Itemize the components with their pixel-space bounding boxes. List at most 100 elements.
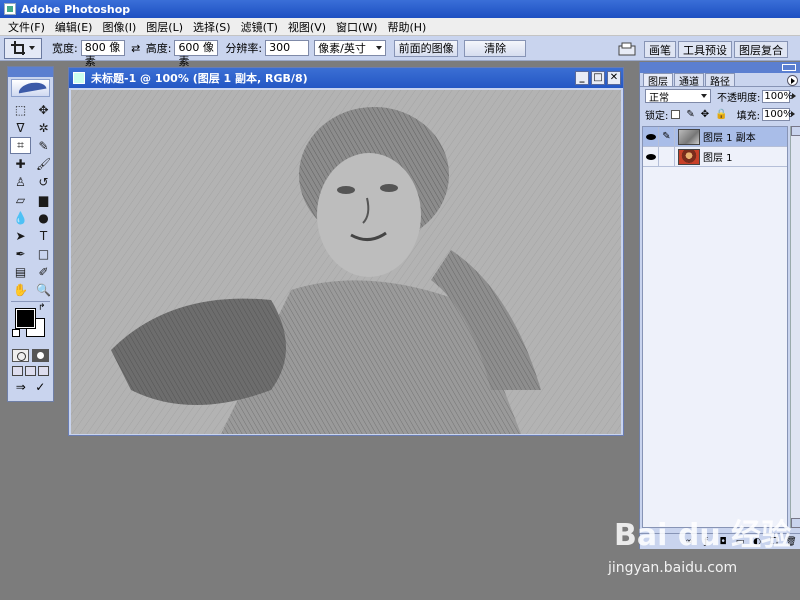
minimize-icon[interactable]: _	[575, 71, 589, 85]
menu-file[interactable]: 文件(F)	[3, 19, 50, 35]
magic-wand-tool-icon[interactable]: ✲	[33, 119, 54, 136]
layer-list-scrollbar[interactable]	[790, 126, 800, 528]
swap-colors-icon[interactable]: ↱	[38, 303, 46, 313]
menu-bar: 文件(F) 编辑(E) 图像(I) 图层(L) 选择(S) 滤镜(T) 视图(V…	[0, 18, 800, 36]
palette-menu-icon[interactable]	[787, 75, 798, 86]
sketch-canvas[interactable]	[71, 90, 621, 434]
brush-icon[interactable]: ✎	[659, 126, 675, 147]
scroll-up-icon[interactable]	[791, 126, 800, 136]
layer-thumbnail	[678, 128, 700, 145]
opacity-slider-arrow-icon[interactable]	[790, 90, 797, 103]
resolution-input[interactable]: 300	[265, 40, 310, 56]
slice-tool-icon[interactable]: ✎	[33, 137, 54, 154]
type-tool-icon[interactable]: T	[33, 227, 54, 244]
menu-window[interactable]: 窗口(W)	[331, 19, 382, 35]
jump-to-imageready-icon[interactable]: ⇒	[16, 380, 26, 394]
layer-row-base[interactable]: 图层 1	[643, 146, 787, 167]
height-input[interactable]: 600 像素	[174, 40, 219, 68]
chevron-down-icon	[376, 46, 383, 50]
crop-tool-icon[interactable]: ⌗	[10, 137, 31, 154]
full-screen-icon[interactable]	[38, 366, 49, 376]
document-window: 未标题-1 @ 100% (图层 1 副本, RGB/8) _ □ ✕	[68, 67, 624, 436]
lasso-tool-icon[interactable]: ᐁ	[10, 119, 31, 136]
crop-icon	[11, 41, 25, 55]
brush-tool-icon[interactable]: 🖌	[33, 155, 54, 172]
lock-all-icon[interactable]: 🔒	[715, 109, 727, 120]
document-titlebar[interactable]: 未标题-1 @ 100% (图层 1 副本, RGB/8) _ □ ✕	[69, 68, 623, 88]
tab-tool-presets[interactable]: 工具预设	[678, 41, 732, 58]
move-tool-icon[interactable]: ✥	[33, 101, 54, 118]
palette-folder-icon	[618, 42, 636, 55]
fill-input[interactable]: 100%	[761, 107, 793, 121]
standard-mode-icon[interactable]	[12, 349, 30, 362]
zoom-tool-icon[interactable]: 🔍	[33, 281, 54, 298]
app-titlebar: Adobe Photoshop	[0, 0, 800, 18]
pen-tool-icon[interactable]: ✒	[10, 245, 31, 262]
menu-filter[interactable]: 滤镜(T)	[236, 19, 283, 35]
maximize-icon[interactable]: □	[591, 71, 605, 85]
eyedropper-tool-icon[interactable]: ✐	[33, 263, 54, 280]
palette-well-icon[interactable]	[612, 37, 642, 60]
width-input[interactable]: 800 像素	[80, 40, 125, 68]
check-icon[interactable]: ✓	[35, 380, 45, 394]
resolution-unit-select[interactable]: 像素/英寸	[314, 40, 387, 56]
eye-icon[interactable]	[643, 126, 659, 147]
notes-tool-icon[interactable]: ▤	[10, 263, 31, 280]
full-screen-menu-icon[interactable]	[25, 366, 36, 376]
menu-image[interactable]: 图像(I)	[97, 19, 141, 35]
gradient-tool-icon[interactable]: ▆	[33, 191, 54, 208]
dodge-tool-icon[interactable]: ●	[33, 209, 54, 226]
color-swatches: ↱	[12, 303, 49, 345]
tab-layers[interactable]: 图层	[643, 73, 673, 88]
eraser-tool-icon[interactable]: ▱	[10, 191, 31, 208]
lock-pixels-icon[interactable]: ✎	[686, 109, 694, 120]
clone-stamp-tool-icon[interactable]: ♙	[10, 173, 31, 190]
blend-mode-select[interactable]: 正常	[645, 89, 711, 104]
layer-row-copy[interactable]: ✎ 图层 1 副本	[643, 126, 787, 147]
close-icon[interactable]: ✕	[607, 71, 621, 85]
blend-mode-value: 正常	[649, 92, 669, 104]
clear-button[interactable]: 清除	[464, 39, 527, 57]
tab-layer-comps[interactable]: 图层复合	[734, 41, 788, 58]
history-brush-tool-icon[interactable]: ↺	[33, 173, 54, 190]
tab-brushes[interactable]: 画笔	[644, 41, 676, 58]
watermark-url: jingyan.baidu.com	[608, 560, 738, 576]
quick-mask-mode-icon[interactable]	[31, 349, 49, 362]
width-label: 宽度:	[52, 42, 78, 55]
tab-paths[interactable]: 路径	[705, 73, 735, 88]
palette-well-tabs: 画笔 工具预设 图层复合	[644, 41, 790, 58]
blur-tool-icon[interactable]: 💧	[10, 209, 31, 226]
pencil-sketch-image	[71, 90, 621, 434]
lock-transparency-checkbox[interactable]	[671, 109, 681, 119]
standard-screen-icon[interactable]	[12, 366, 23, 376]
layer-thumbnail	[678, 148, 700, 165]
default-colors-icon[interactable]	[12, 329, 20, 337]
palette-grip[interactable]	[640, 62, 800, 73]
menu-edit[interactable]: 编辑(E)	[50, 19, 98, 35]
tool-preset-picker[interactable]	[4, 37, 42, 59]
tab-channels[interactable]: 通道	[674, 73, 704, 88]
toolbox-grip[interactable]	[8, 67, 53, 77]
opacity-input[interactable]: 100%	[762, 89, 793, 103]
menu-view[interactable]: 视图(V)	[283, 19, 331, 35]
eye-icon[interactable]	[643, 146, 659, 167]
hand-tool-icon[interactable]: ✋	[10, 281, 31, 298]
layer-list: ✎ 图层 1 副本 图层 1	[642, 126, 788, 528]
swap-dimensions-icon[interactable]: ⇄	[130, 42, 142, 55]
palette-collapse-icon[interactable]	[782, 64, 796, 71]
menu-help[interactable]: 帮助(H)	[382, 19, 431, 35]
link-slot[interactable]	[659, 146, 675, 167]
menu-layer[interactable]: 图层(L)	[141, 19, 188, 35]
marquee-tool-icon[interactable]: ⬚	[10, 101, 31, 118]
path-selection-tool-icon[interactable]: ➤	[10, 227, 31, 244]
fill-slider-arrow-icon[interactable]	[790, 108, 797, 121]
shape-tool-icon[interactable]: □	[33, 245, 54, 262]
lock-position-icon[interactable]: ✥	[701, 109, 709, 120]
menu-select[interactable]: 选择(S)	[188, 19, 236, 35]
front-image-button[interactable]: 前面的图像	[394, 39, 459, 57]
adobe-online-feather-icon[interactable]	[11, 79, 50, 97]
healing-brush-tool-icon[interactable]: ✚	[10, 155, 31, 172]
lock-row: 锁定: ✎ ✥ 🔒 填充: 100%	[640, 105, 800, 123]
toolbox: ⬚ ✥ ᐁ ✲ ⌗ ✎ ✚ 🖌 ♙ ↺ ▱ ▆ 💧 ● ➤ T ✒ □ ▤ ✐ ✋ 🔍 ↱ ⇒ ✓	[7, 66, 54, 402]
foreground-color-swatch[interactable]	[15, 308, 36, 329]
